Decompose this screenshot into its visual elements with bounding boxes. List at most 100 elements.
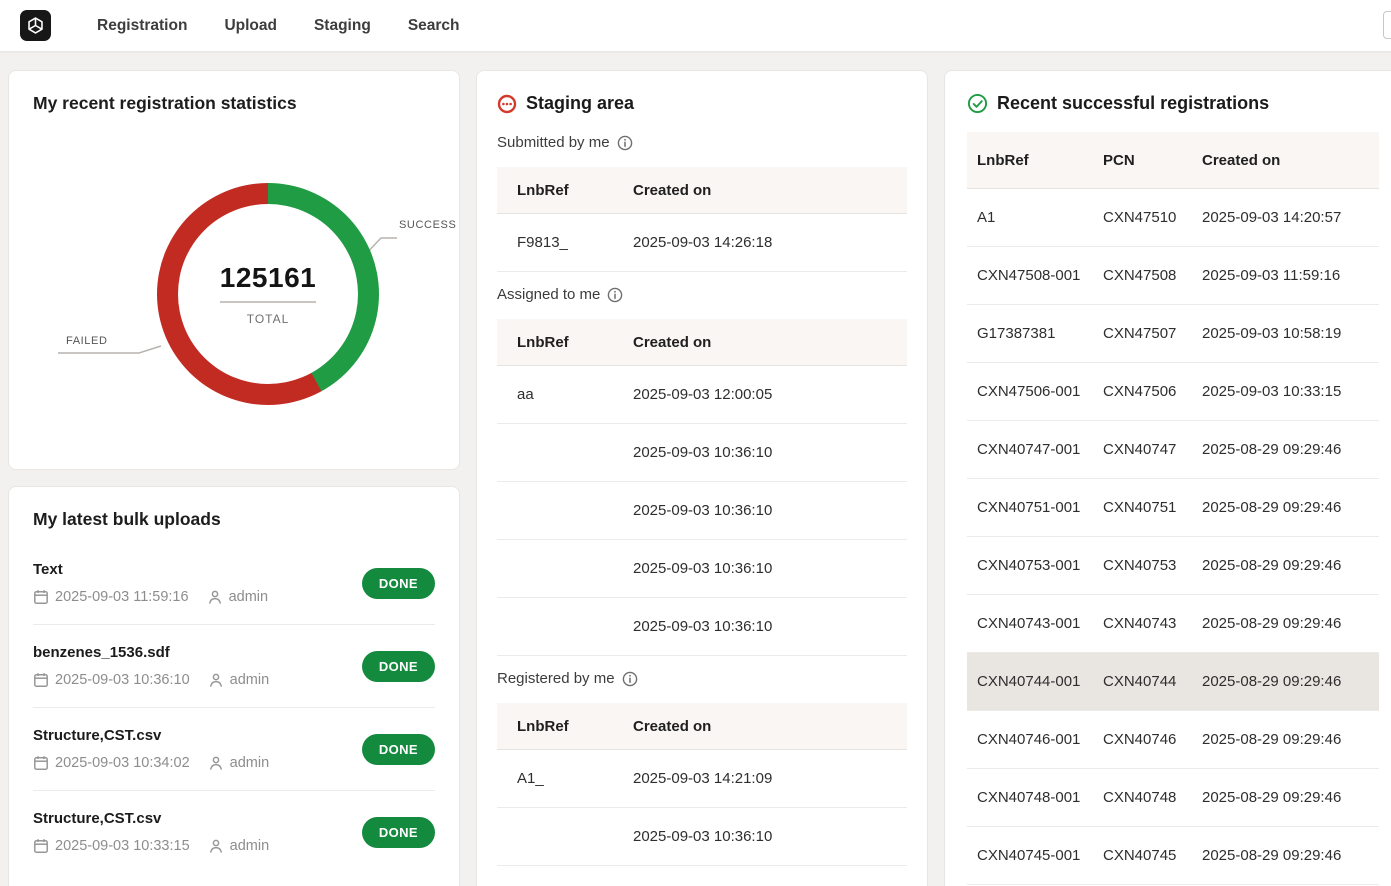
- staging-row[interactable]: F9813_ 2025-09-03 14:26:18: [497, 214, 907, 272]
- nav-item[interactable]: Upload: [224, 17, 277, 35]
- upload-file-name: Structure,CST.csv: [33, 810, 269, 827]
- cell-lnbref: CXN40746-001: [967, 731, 1103, 748]
- bulk-upload-item[interactable]: Structure,CST.csv 2025-09-03 10:3: [33, 708, 435, 791]
- bulk-upload-item[interactable]: Structure,CST.csv 2025-09-03 10:3: [33, 791, 435, 873]
- staging-section-submitted-label: Submitted by me: [497, 134, 907, 151]
- nav-item[interactable]: Search: [408, 17, 460, 35]
- cell-lnbref: CXN40744-001: [967, 673, 1103, 690]
- table-body: F9813_ 2025-09-03 14:26:18: [497, 214, 907, 272]
- staging-row[interactable]: 2025-09-03 10:36:10: [497, 482, 907, 540]
- staging-row[interactable]: 2025-09-03 10:36:10: [497, 540, 907, 598]
- nav-item[interactable]: Registration: [97, 17, 187, 35]
- calendar-icon: [33, 672, 49, 688]
- registration-row[interactable]: CXN40748-001 CXN40748 2025-08-29 09:29:4…: [967, 769, 1379, 827]
- table-header: LnbRef Created on: [497, 167, 907, 214]
- info-icon[interactable]: [607, 287, 623, 303]
- upload-user: admin: [230, 755, 270, 771]
- cell-pcn: CXN40743: [1103, 615, 1202, 632]
- info-icon[interactable]: [622, 671, 638, 687]
- registrations-title-row: Recent successful registrations: [967, 93, 1379, 114]
- staging-title: Staging area: [526, 93, 634, 114]
- registration-row[interactable]: CXN47506-001 CXN47506 2025-09-03 10:33:1…: [967, 363, 1379, 421]
- upload-date: 2025-09-03 10:34:02: [55, 755, 190, 771]
- registration-row[interactable]: CXN40747-001 CXN40747 2025-08-29 09:29:4…: [967, 421, 1379, 479]
- staging-row[interactable]: 2025-09-03 10:36:10: [497, 424, 907, 482]
- cell-pcn: CXN47510: [1103, 209, 1202, 226]
- donut-total-value: 125161: [220, 262, 316, 294]
- check-circle-icon: [967, 93, 988, 114]
- staging-row[interactable]: 2025-09-03 10:36:10: [497, 808, 907, 866]
- section-label-text: Assigned to me: [497, 286, 600, 303]
- table-header: LnbRef Created on: [497, 703, 907, 750]
- bulk-upload-item[interactable]: Text 2025-09-03 11:59:16: [33, 542, 435, 625]
- upload-user: admin: [230, 672, 270, 688]
- cell-pcn: CXN40748: [1103, 789, 1202, 806]
- info-icon[interactable]: [617, 135, 633, 151]
- upload-info: Structure,CST.csv 2025-09-03 10:3: [33, 727, 269, 771]
- cell-lnbref: A1_: [497, 770, 633, 787]
- cell-pcn: CXN47506: [1103, 383, 1202, 400]
- registration-row[interactable]: CXN40745-001 CXN40745 2025-08-29 09:29:4…: [967, 827, 1379, 885]
- staging-row[interactable]: aa 2025-09-03 12:00:05: [497, 366, 907, 424]
- column-header-pcn: PCN: [1103, 152, 1202, 169]
- cell-created: 2025-09-03 11:59:16: [1202, 267, 1379, 284]
- cell-created: 2025-09-03 12:00:05: [633, 386, 907, 403]
- registration-row[interactable]: CXN40744-001 CXN40744 2025-08-29 09:29:4…: [967, 653, 1379, 711]
- staging-row[interactable]: 2025-09-03 10:36:10: [497, 598, 907, 656]
- upload-status-badge[interactable]: DONE: [362, 734, 435, 765]
- registration-row[interactable]: CXN47508-001 CXN47508 2025-09-03 11:59:1…: [967, 247, 1379, 305]
- bulk-uploads-card: My latest bulk uploads Text: [8, 486, 460, 886]
- cell-created: 2025-08-29 09:29:46: [1202, 847, 1379, 864]
- registration-row[interactable]: CXN40753-001 CXN40753 2025-08-29 09:29:4…: [967, 537, 1379, 595]
- registration-row[interactable]: G17387381 CXN47507 2025-09-03 10:58:19: [967, 305, 1379, 363]
- cell-pcn: CXN40747: [1103, 441, 1202, 458]
- upload-date: 2025-09-03 11:59:16: [55, 589, 189, 605]
- upload-date: 2025-09-03 10:36:10: [55, 672, 190, 688]
- staging-section-assigned-label: Assigned to me: [497, 286, 907, 303]
- cell-created: 2025-08-29 09:29:46: [1202, 499, 1379, 516]
- cell-lnbref: CXN40748-001: [967, 789, 1103, 806]
- registration-row[interactable]: CXN40746-001 CXN40746 2025-08-29 09:29:4…: [967, 711, 1379, 769]
- registration-row[interactable]: CXN40751-001 CXN40751 2025-08-29 09:29:4…: [967, 479, 1379, 537]
- upload-info: Structure,CST.csv 2025-09-03 10:3: [33, 810, 269, 854]
- stats-card-title: My recent registration statistics: [33, 93, 435, 114]
- calendar-icon: [33, 838, 49, 854]
- section-label-text: Registered by me: [497, 670, 615, 687]
- staging-table-assigned: LnbRef Created on aa 2025-09-03 12:00:05…: [497, 319, 907, 656]
- upload-status-badge[interactable]: DONE: [362, 651, 435, 682]
- app-logo-icon[interactable]: [20, 10, 51, 41]
- upload-meta: 2025-09-03 10:33:15 admin: [33, 838, 269, 854]
- registration-donut: 125161 TOTAL: [157, 183, 379, 405]
- staging-row[interactable]: A1_ 2025-09-03 14:21:09: [497, 750, 907, 808]
- registration-row[interactable]: CXN40743-001 CXN40743 2025-08-29 09:29:4…: [967, 595, 1379, 653]
- cell-lnbref: F9813_: [497, 234, 633, 251]
- calendar-icon: [33, 589, 49, 605]
- top-navbar: Registration Upload Staging Search: [0, 0, 1391, 53]
- staging-table-registered: LnbRef Created on A1_ 2025-09-03 14:21:0…: [497, 703, 907, 866]
- upload-info: benzenes_1536.sdf 2025-09-03 10:3: [33, 644, 269, 688]
- registration-stats-card: My recent registration statistics 125161…: [8, 70, 460, 470]
- cell-lnbref: CXN47506-001: [967, 383, 1103, 400]
- donut-success-label: SUCCESS: [399, 219, 456, 231]
- column-header-lnbref: LnbRef: [497, 718, 633, 735]
- nav-item[interactable]: Staging: [314, 17, 371, 35]
- upload-status-badge[interactable]: DONE: [362, 568, 435, 599]
- upload-user: admin: [230, 838, 270, 854]
- donut-center: 125161 TOTAL: [178, 204, 358, 384]
- cell-created: 2025-09-03 14:20:57: [1202, 209, 1379, 226]
- cell-created: 2025-09-03 10:36:10: [633, 502, 907, 519]
- upload-file-name: Structure,CST.csv: [33, 727, 269, 744]
- upload-status-badge[interactable]: DONE: [362, 817, 435, 848]
- cell-created: 2025-09-03 14:21:09: [633, 770, 907, 787]
- nav-search-input[interactable]: [1383, 11, 1391, 39]
- registration-row[interactable]: A1 CXN47510 2025-09-03 14:20:57: [967, 189, 1379, 247]
- upload-date: 2025-09-03 10:33:15: [55, 838, 190, 854]
- staging-card: Staging area Submitted by me LnbRef Crea…: [476, 70, 928, 886]
- cell-created: 2025-08-29 09:29:46: [1202, 441, 1379, 458]
- donut-failed-label: FAILED: [66, 335, 108, 347]
- upload-info: Text 2025-09-03 11:59:16: [33, 561, 268, 605]
- cell-pcn: CXN40745: [1103, 847, 1202, 864]
- bulk-upload-item[interactable]: benzenes_1536.sdf 2025-09-03 10:3: [33, 625, 435, 708]
- upload-meta: 2025-09-03 10:34:02 admin: [33, 755, 269, 771]
- cell-pcn: CXN40744: [1103, 673, 1202, 690]
